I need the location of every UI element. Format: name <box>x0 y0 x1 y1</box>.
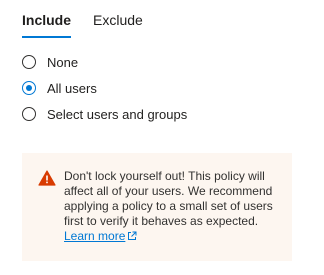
radio-option-select-users-and-groups[interactable]: Select users and groups <box>22 101 187 127</box>
radio-label: All users <box>47 80 97 96</box>
warning-text: Don't lock yourself out! This policy wil… <box>64 169 273 228</box>
warning-icon <box>38 170 56 186</box>
radio-button[interactable] <box>22 55 36 69</box>
radio-button[interactable] <box>22 81 36 95</box>
warning-message: Don't lock yourself out! This policy wil… <box>64 169 278 244</box>
radio-label: None <box>47 54 79 70</box>
radio-option-none[interactable]: None <box>22 49 187 75</box>
warning-banner: Don't lock yourself out! This policy wil… <box>22 153 292 261</box>
learn-more-link[interactable]: Learn more <box>64 229 125 243</box>
radio-option-all-users[interactable]: All users <box>22 75 187 101</box>
radio-button[interactable] <box>22 107 36 121</box>
radio-label: Select users and groups <box>47 106 188 122</box>
external-link-icon[interactable] <box>127 231 137 241</box>
user-scope-radio-group: None All users Select users and groups <box>22 49 187 127</box>
tab-bar: Include Exclude <box>22 10 143 38</box>
tab-include[interactable]: Include <box>22 10 72 38</box>
tab-exclude[interactable]: Exclude <box>93 10 143 38</box>
